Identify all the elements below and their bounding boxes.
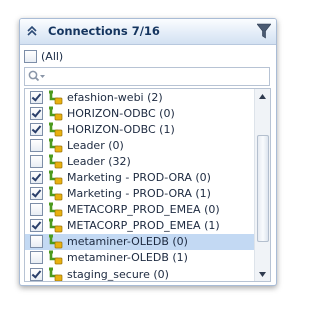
connection-icon — [49, 122, 63, 137]
list-item-label: METACORP_PROD_EMEA (1) — [67, 219, 220, 233]
list-item-label: Leader (0) — [67, 138, 124, 152]
select-all-label: (All) — [41, 49, 64, 63]
caret-down-icon — [259, 271, 266, 277]
item-checkbox[interactable] — [30, 203, 43, 217]
connection-icon — [49, 138, 63, 153]
list-item[interactable]: Leader (32) — [25, 153, 254, 169]
item-checkbox[interactable] — [30, 138, 43, 152]
search-input[interactable] — [49, 69, 269, 85]
list-item-label: Leader (32) — [67, 154, 131, 168]
connections-list-items: efashion-webi (2) HORIZON-ODBC (0) HORIZON… — [25, 89, 254, 281]
double-chevron-up-icon[interactable] — [26, 25, 38, 37]
item-checkbox[interactable] — [30, 251, 43, 265]
magnifier-dropdown-icon[interactable] — [28, 70, 46, 83]
scroll-down-button[interactable] — [255, 267, 270, 281]
item-checkbox[interactable] — [30, 187, 43, 201]
list-item-label: Marketing - PROD-ORA (1) — [67, 187, 211, 201]
list-item-label: Marketing - PROD-ORA (0) — [67, 171, 211, 185]
select-all-checkbox[interactable] — [24, 49, 37, 63]
panel-title: Connections 7/16 — [48, 24, 160, 38]
connections-panel: Connections 7/16 (All) efashion-webi (2)… — [19, 18, 277, 286]
caret-up-icon — [259, 93, 266, 99]
item-checkbox[interactable] — [30, 154, 43, 168]
list-item[interactable]: metaminer-OLEDB (0) — [25, 233, 254, 250]
list-item-label: METACORP_PROD_EMEA (0) — [67, 203, 220, 217]
connection-icon — [49, 90, 63, 104]
connection-icon — [49, 218, 63, 233]
list-item[interactable]: Marketing - PROD-ORA (1) — [25, 186, 254, 202]
vertical-scrollbar[interactable] — [254, 89, 270, 281]
list-item-label: metaminer-OLEDB (0) — [67, 235, 188, 249]
connection-icon — [49, 186, 63, 201]
connection-icon — [49, 106, 63, 120]
scrollbar-thumb[interactable] — [257, 135, 269, 242]
list-item[interactable]: Marketing - PROD-ORA (0) — [25, 169, 254, 185]
list-item[interactable]: Leader (0) — [25, 137, 254, 153]
item-checkbox[interactable] — [30, 267, 43, 281]
list-item-label: HORIZON-ODBC (1) — [67, 122, 175, 136]
connection-icon — [49, 202, 63, 217]
connection-icon — [49, 170, 63, 185]
connection-icon — [49, 234, 63, 249]
item-checkbox[interactable] — [30, 90, 43, 104]
list-item-label: staging_secure (0) — [67, 267, 169, 281]
connection-icon — [49, 267, 63, 281]
panel-header: Connections 7/16 — [20, 19, 276, 45]
list-item-label: metaminer-OLEDB (1) — [67, 251, 188, 265]
list-item[interactable]: METACORP_PROD_EMEA (1) — [25, 218, 254, 234]
item-checkbox[interactable] — [30, 106, 43, 120]
funnel-icon[interactable] — [257, 23, 271, 39]
scroll-up-button[interactable] — [255, 89, 270, 103]
item-checkbox[interactable] — [30, 235, 43, 249]
select-all-row[interactable]: (All) — [24, 48, 63, 64]
list-item-label: efashion-webi (2) — [67, 90, 163, 104]
list-item[interactable]: efashion-webi (2) — [25, 89, 254, 105]
list-item-label: HORIZON-ODBC (0) — [67, 106, 175, 120]
list-item[interactable]: HORIZON-ODBC (1) — [25, 121, 254, 137]
list-item[interactable]: staging_secure (0) — [25, 266, 254, 281]
item-checkbox[interactable] — [30, 171, 43, 185]
list-item[interactable]: HORIZON-ODBC (0) — [25, 105, 254, 121]
search-box[interactable] — [24, 67, 270, 86]
list-item[interactable]: METACORP_PROD_EMEA (0) — [25, 202, 254, 218]
connection-icon — [49, 250, 63, 265]
item-checkbox[interactable] — [30, 122, 43, 136]
connections-list: efashion-webi (2) HORIZON-ODBC (0) HORIZON… — [24, 88, 271, 282]
list-item[interactable]: metaminer-OLEDB (1) — [25, 250, 254, 266]
connection-icon — [49, 154, 63, 169]
item-checkbox[interactable] — [30, 219, 43, 233]
